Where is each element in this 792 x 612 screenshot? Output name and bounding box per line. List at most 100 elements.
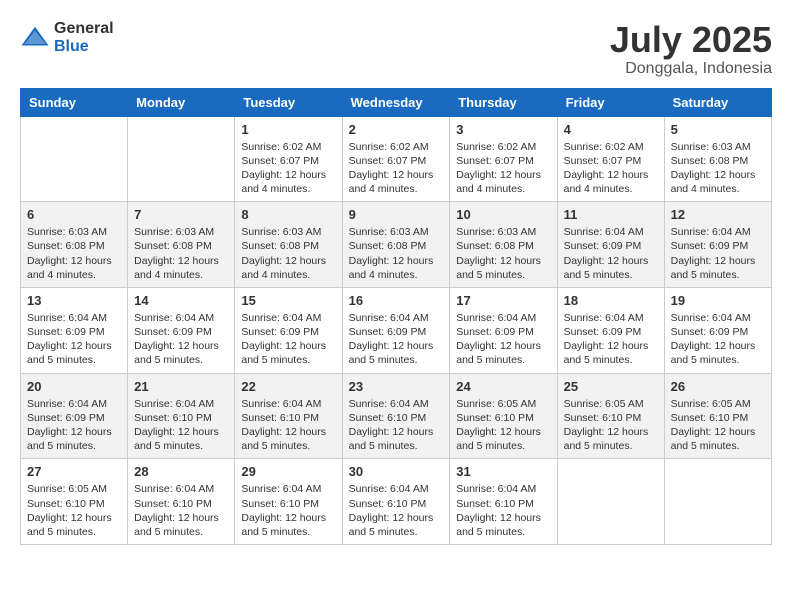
day-number: 3 — [456, 122, 550, 137]
day-info: Sunrise: 6:04 AM Sunset: 6:09 PM Dayligh… — [241, 311, 335, 368]
day-info: Sunrise: 6:04 AM Sunset: 6:09 PM Dayligh… — [134, 311, 228, 368]
calendar-cell: 10 Sunrise: 6:03 AM Sunset: 6:08 PM Dayli… — [450, 202, 557, 288]
calendar-cell: 4Sunrise: 6:02 AM Sunset: 6:07 PM Daylig… — [557, 116, 664, 202]
page-subtitle: Donggala, Indonesia — [610, 60, 772, 78]
day-number: 7 — [134, 207, 228, 222]
day-info: Sunrise: 6:03 AM Sunset: 6:08 PM Dayligh… — [456, 225, 550, 282]
day-info: Sunrise: 6:04 AM Sunset: 6:09 PM Dayligh… — [27, 311, 121, 368]
day-info: Sunrise: 6:05 AM Sunset: 6:10 PM Dayligh… — [27, 482, 121, 539]
calendar-cell: 11 Sunrise: 6:04 AM Sunset: 6:09 PM Dayli… — [557, 202, 664, 288]
day-number: 6 — [27, 207, 121, 222]
day-info: Sunrise: 6:04 AM Sunset: 6:09 PM Dayligh… — [671, 225, 765, 282]
day-info: Sunrise: 6:04 AM Sunset: 6:09 PM Dayligh… — [456, 311, 550, 368]
logo-general-text: General — [54, 20, 114, 38]
calendar-cell: 29Sunrise: 6:04 AM Sunset: 6:10 PM Dayli… — [235, 459, 342, 545]
day-number: 18 — [564, 293, 658, 308]
day-info: Sunrise: 6:05 AM Sunset: 6:10 PM Dayligh… — [564, 397, 658, 454]
day-info: Sunrise: 6:04 AM Sunset: 6:10 PM Dayligh… — [134, 482, 228, 539]
day-number: 14 — [134, 293, 228, 308]
calendar-table: SundayMondayTuesdayWednesdayThursdayFrid… — [20, 88, 772, 545]
column-header-friday: Friday — [557, 88, 664, 116]
day-number: 13 — [27, 293, 121, 308]
column-header-monday: Monday — [128, 88, 235, 116]
day-info: Sunrise: 6:04 AM Sunset: 6:09 PM Dayligh… — [564, 225, 658, 282]
day-number: 11 — [564, 207, 658, 222]
day-info: Sunrise: 6:04 AM Sunset: 6:09 PM Dayligh… — [349, 311, 444, 368]
day-number: 23 — [349, 379, 444, 394]
day-info: Sunrise: 6:04 AM Sunset: 6:10 PM Dayligh… — [349, 397, 444, 454]
calendar-week-row: 6 Sunrise: 6:03 AM Sunset: 6:08 PM Daylig… — [21, 202, 772, 288]
day-number: 1 — [241, 122, 335, 137]
calendar-week-row: 20Sunrise: 6:04 AM Sunset: 6:09 PM Dayli… — [21, 373, 772, 459]
logo-blue-text: Blue — [54, 38, 114, 56]
calendar-cell — [664, 459, 771, 545]
day-number: 15 — [241, 293, 335, 308]
day-info: Sunrise: 6:05 AM Sunset: 6:10 PM Dayligh… — [456, 397, 550, 454]
calendar-cell: 8 Sunrise: 6:03 AM Sunset: 6:08 PM Daylig… — [235, 202, 342, 288]
day-number: 27 — [27, 464, 121, 479]
logo-icon — [20, 23, 50, 53]
calendar-cell: 14 Sunrise: 6:04 AM Sunset: 6:09 PM Dayli… — [128, 287, 235, 373]
day-number: 20 — [27, 379, 121, 394]
calendar-cell: 28 Sunrise: 6:04 AM Sunset: 6:10 PM Dayli… — [128, 459, 235, 545]
calendar-header-row: SundayMondayTuesdayWednesdayThursdayFrid… — [21, 88, 772, 116]
day-number: 22 — [241, 379, 335, 394]
day-number: 21 — [134, 379, 228, 394]
day-number: 17 — [456, 293, 550, 308]
day-info: Sunrise: 6:03 AM Sunset: 6:08 PM Dayligh… — [241, 225, 335, 282]
day-info: Sunrise: 6:03 AM Sunset: 6:08 PM Dayligh… — [349, 225, 444, 282]
calendar-cell: 13 Sunrise: 6:04 AM Sunset: 6:09 PM Dayli… — [21, 287, 128, 373]
calendar-cell: 20Sunrise: 6:04 AM Sunset: 6:09 PM Dayli… — [21, 373, 128, 459]
calendar-cell: 12 Sunrise: 6:04 AM Sunset: 6:09 PM Dayli… — [664, 202, 771, 288]
day-number: 24 — [456, 379, 550, 394]
calendar-cell: 21 Sunrise: 6:04 AM Sunset: 6:10 PM Dayli… — [128, 373, 235, 459]
calendar-cell: 19 Sunrise: 6:04 AM Sunset: 6:09 PM Dayli… — [664, 287, 771, 373]
calendar-cell — [557, 459, 664, 545]
calendar-cell: 2 Sunrise: 6:02 AM Sunset: 6:07 PM Daylig… — [342, 116, 450, 202]
page-title: July 2025 — [610, 20, 772, 60]
column-header-thursday: Thursday — [450, 88, 557, 116]
calendar-cell: 1 Sunrise: 6:02 AM Sunset: 6:07 PM Daylig… — [235, 116, 342, 202]
calendar-cell: 23 Sunrise: 6:04 AM Sunset: 6:10 PM Dayli… — [342, 373, 450, 459]
day-info: Sunrise: 6:04 AM Sunset: 6:10 PM Dayligh… — [349, 482, 444, 539]
column-header-saturday: Saturday — [664, 88, 771, 116]
day-number: 10 — [456, 207, 550, 222]
calendar-cell: 30Sunrise: 6:04 AM Sunset: 6:10 PM Dayli… — [342, 459, 450, 545]
logo-text: General Blue — [54, 20, 114, 55]
day-info: Sunrise: 6:04 AM Sunset: 6:09 PM Dayligh… — [671, 311, 765, 368]
day-info: Sunrise: 6:02 AM Sunset: 6:07 PM Dayligh… — [564, 140, 658, 197]
calendar-cell: 3 Sunrise: 6:02 AM Sunset: 6:07 PM Daylig… — [450, 116, 557, 202]
calendar-cell — [21, 116, 128, 202]
calendar-cell: 5 Sunrise: 6:03 AM Sunset: 6:08 PM Daylig… — [664, 116, 771, 202]
calendar-cell: 31Sunrise: 6:04 AM Sunset: 6:10 PM Dayli… — [450, 459, 557, 545]
calendar-week-row: 1 Sunrise: 6:02 AM Sunset: 6:07 PM Daylig… — [21, 116, 772, 202]
calendar-cell: 7 Sunrise: 6:03 AM Sunset: 6:08 PM Daylig… — [128, 202, 235, 288]
column-header-wednesday: Wednesday — [342, 88, 450, 116]
calendar-cell: 24 Sunrise: 6:05 AM Sunset: 6:10 PM Dayli… — [450, 373, 557, 459]
calendar-cell: 25 Sunrise: 6:05 AM Sunset: 6:10 PM Dayli… — [557, 373, 664, 459]
day-number: 8 — [241, 207, 335, 222]
day-number: 28 — [134, 464, 228, 479]
page-header: General Blue July 2025 Donggala, Indones… — [20, 20, 772, 78]
day-number: 5 — [671, 122, 765, 137]
day-number: 2 — [349, 122, 444, 137]
day-info: Sunrise: 6:04 AM Sunset: 6:09 PM Dayligh… — [564, 311, 658, 368]
day-info: Sunrise: 6:02 AM Sunset: 6:07 PM Dayligh… — [349, 140, 444, 197]
day-number: 19 — [671, 293, 765, 308]
title-area: July 2025 Donggala, Indonesia — [610, 20, 772, 78]
day-info: Sunrise: 6:04 AM Sunset: 6:10 PM Dayligh… — [241, 482, 335, 539]
day-info: Sunrise: 6:04 AM Sunset: 6:10 PM Dayligh… — [134, 397, 228, 454]
day-number: 26 — [671, 379, 765, 394]
day-number: 25 — [564, 379, 658, 394]
day-info: Sunrise: 6:05 AM Sunset: 6:10 PM Dayligh… — [671, 397, 765, 454]
column-header-tuesday: Tuesday — [235, 88, 342, 116]
day-info: Sunrise: 6:03 AM Sunset: 6:08 PM Dayligh… — [27, 225, 121, 282]
day-info: Sunrise: 6:02 AM Sunset: 6:07 PM Dayligh… — [456, 140, 550, 197]
day-number: 12 — [671, 207, 765, 222]
day-info: Sunrise: 6:02 AM Sunset: 6:07 PM Dayligh… — [241, 140, 335, 197]
calendar-cell: 17 Sunrise: 6:04 AM Sunset: 6:09 PM Dayli… — [450, 287, 557, 373]
day-info: Sunrise: 6:03 AM Sunset: 6:08 PM Dayligh… — [134, 225, 228, 282]
day-info: Sunrise: 6:04 AM Sunset: 6:10 PM Dayligh… — [241, 397, 335, 454]
calendar-cell: 18 Sunrise: 6:04 AM Sunset: 6:09 PM Dayli… — [557, 287, 664, 373]
day-info: Sunrise: 6:03 AM Sunset: 6:08 PM Dayligh… — [671, 140, 765, 197]
